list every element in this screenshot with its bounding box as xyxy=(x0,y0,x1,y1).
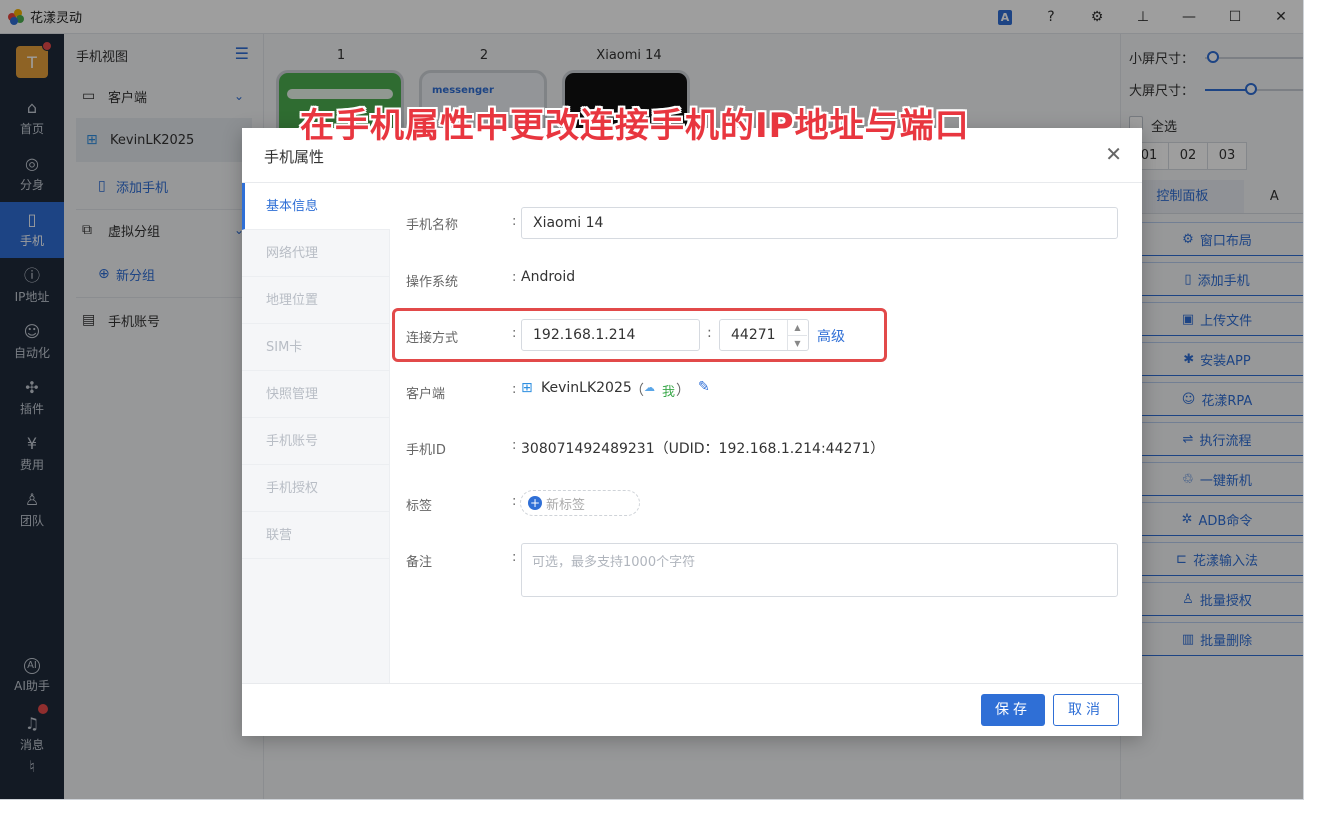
phone-properties-dialog: 手机属性 ✕ 基本信息 网络代理 地理位置 SIM卡 快照管理 手机账号 手机授… xyxy=(242,128,1142,736)
dialog-side-menu: 基本信息 网络代理 地理位置 SIM卡 快照管理 手机账号 手机授权 联营 xyxy=(242,183,390,683)
side-item-basic-info[interactable]: 基本信息 xyxy=(242,183,390,230)
side-item-snapshot[interactable]: 快照管理 xyxy=(242,371,390,418)
tag-label: 标签 xyxy=(406,499,433,514)
name-label: 手机名称 xyxy=(406,218,459,233)
os-label: 操作系统 xyxy=(406,275,459,290)
side-item-proxy[interactable]: 网络代理 xyxy=(242,230,390,277)
windows-icon: ⊞ xyxy=(521,380,533,396)
client-label: 客户端 xyxy=(406,387,446,402)
cancel-button[interactable]: 取消 xyxy=(1053,694,1119,726)
plus-icon: + xyxy=(528,496,542,510)
phone-id-label: 手机ID xyxy=(406,443,446,458)
dialog-title: 手机属性 xyxy=(264,148,325,166)
phone-id-value: 308071492489231（UDID：192.168.1.214:44271… xyxy=(521,441,885,457)
add-tag-button[interactable]: + 新标签 xyxy=(520,490,640,516)
note-textarea[interactable]: 可选，最多支持1000个字符 xyxy=(521,543,1118,597)
os-value: Android xyxy=(521,269,576,285)
cloud-icon: ☁ xyxy=(644,381,655,394)
edit-icon[interactable]: ✎ xyxy=(698,379,710,395)
me-badge: 我 xyxy=(662,385,676,400)
side-item-sim[interactable]: SIM卡 xyxy=(242,324,390,371)
divider xyxy=(242,683,1142,684)
side-item-location[interactable]: 地理位置 xyxy=(242,277,390,324)
save-button[interactable]: 保存 xyxy=(981,694,1045,726)
close-icon[interactable]: ✕ xyxy=(1105,142,1122,166)
phone-name-input[interactable]: Xiaomi 14 xyxy=(521,207,1118,239)
connection-highlight-box xyxy=(392,308,887,362)
side-item-authorization[interactable]: 手机授权 xyxy=(242,465,390,512)
side-item-partnership[interactable]: 联营 xyxy=(242,512,390,559)
note-label: 备注 xyxy=(406,555,433,570)
side-item-phone-account[interactable]: 手机账号 xyxy=(242,418,390,465)
tutorial-caption: 在手机属性中更改连接手机的IP地址与端口 xyxy=(300,106,970,146)
client-value: KevinLK2025 xyxy=(541,380,632,396)
